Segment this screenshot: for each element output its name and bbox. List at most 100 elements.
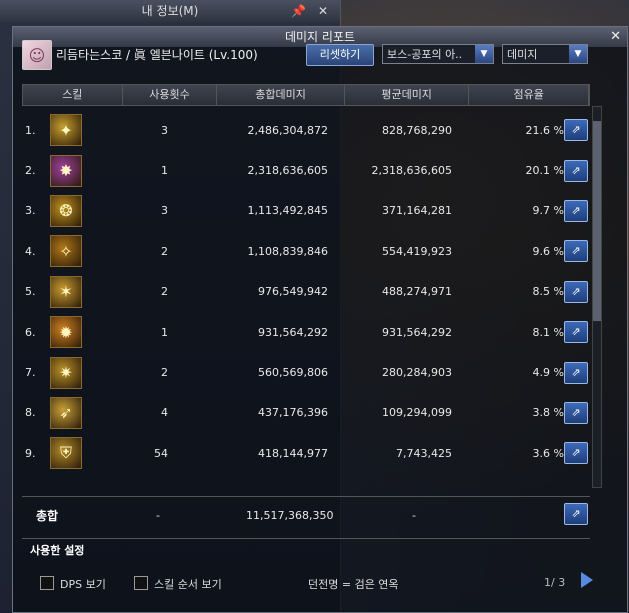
row-total-damage: 1,108,839,846: [247, 244, 328, 258]
table-row: 7. ✷ 2 560,569,806 280,284,903 4.9 % ⇗: [22, 352, 590, 392]
settings-label: 사용한 설정: [30, 544, 85, 557]
col-total-damage: 총합데미지: [217, 85, 345, 105]
row-rank: 9.: [25, 446, 36, 460]
dungeon-label: 던전명 = 검은 연옥: [308, 578, 399, 591]
row-avg-damage: 931,564,292: [382, 325, 452, 339]
table-row: 8. ➶ 4 437,176,396 109,294,099 3.8 % ⇗: [22, 393, 590, 433]
share-button[interactable]: ⇗: [564, 401, 588, 424]
row-count: 1: [161, 164, 168, 178]
pin-icon[interactable]: 📌: [291, 0, 306, 22]
skill-icon: ✶: [50, 275, 82, 308]
row-count: 4: [161, 406, 168, 420]
row-share: 9.6 %: [532, 244, 564, 258]
skill-icon: ✷: [50, 356, 82, 389]
col-share: 점유율: [469, 85, 589, 105]
row-rank: 7.: [25, 366, 36, 380]
chevron-down-icon[interactable]: ▼: [569, 45, 587, 63]
row-avg-damage: 109,294,099: [382, 406, 452, 420]
row-avg-damage: 371,164,281: [382, 204, 452, 218]
share-button[interactable]: ⇗: [564, 119, 588, 142]
total-row: 총합 - 11,517,368,350 - ⇗: [22, 496, 590, 531]
row-count: 3: [161, 204, 168, 218]
share-button[interactable]: ⇗: [564, 280, 588, 303]
table-row: 6. ✹ 1 931,564,292 931,564,292 8.1 % ⇗: [22, 312, 590, 352]
target-dropdown-value: 보스-공포의 아..: [387, 48, 463, 61]
row-total-damage: 976,549,942: [258, 285, 328, 299]
row-total-damage: 2,486,304,872: [247, 123, 328, 137]
row-share: 3.8 %: [532, 406, 564, 420]
target-dropdown[interactable]: 보스-공포의 아.. ▼: [382, 44, 494, 64]
table-scrollbar[interactable]: [592, 106, 602, 488]
report-close-icon[interactable]: ✕: [610, 27, 621, 47]
total-share-button[interactable]: ⇗: [564, 503, 588, 525]
row-count: 1: [161, 325, 168, 339]
next-page-arrow-icon[interactable]: [581, 572, 593, 588]
scrollbar-thumb[interactable]: [593, 121, 601, 321]
row-total-damage: 1,113,492,845: [247, 204, 328, 218]
row-rank: 6.: [25, 325, 36, 339]
share-button[interactable]: ⇗: [564, 159, 588, 182]
row-share: 9.7 %: [532, 204, 564, 218]
row-total-damage: 437,176,396: [258, 406, 328, 420]
row-avg-damage: 554,419,923: [382, 244, 452, 258]
row-avg-damage: 488,274,971: [382, 285, 452, 299]
row-share: 8.1 %: [532, 325, 564, 339]
total-count: -: [156, 509, 160, 522]
my-info-title: 내 정보(M): [141, 4, 199, 18]
table-row: 4. ✧ 2 1,108,839,846 554,419,923 9.6 % ⇗: [22, 231, 590, 271]
row-avg-damage: 280,284,903: [382, 366, 452, 380]
total-label: 총합: [36, 509, 59, 523]
share-button[interactable]: ⇗: [564, 240, 588, 263]
bottom-bar: DPS 보기 스킬 순서 보기 던전명 = 검은 연옥 1/ 3: [12, 572, 626, 594]
skill-icon: ✧: [50, 235, 82, 268]
character-name: 리듬타는스코 / 眞 엘븐나이트 (Lv.100): [56, 48, 258, 62]
row-rank: 3.: [25, 204, 36, 218]
row-share: 4.9 %: [532, 366, 564, 380]
row-share: 3.6 %: [532, 446, 564, 460]
mode-dropdown-value: 데미지: [507, 48, 538, 61]
skill-order-checkbox-label: 스킬 순서 보기: [154, 578, 222, 591]
skill-icon: ⛨: [50, 437, 82, 470]
mode-dropdown[interactable]: 데미지 ▼: [502, 44, 588, 64]
dps-checkbox[interactable]: [40, 576, 54, 590]
page-indicator: 1/ 3: [544, 576, 566, 589]
row-rank: 4.: [25, 244, 36, 258]
dps-checkbox-label: DPS 보기: [60, 578, 106, 591]
row-count: 2: [161, 285, 168, 299]
skill-order-checkbox[interactable]: [134, 576, 148, 590]
close-icon[interactable]: ✕: [318, 0, 328, 22]
skill-icon: ✦: [50, 114, 82, 147]
skill-icon: ✸: [50, 154, 82, 187]
row-total-damage: 931,564,292: [258, 325, 328, 339]
my-info-titlebar: 내 정보(M) 📌 ✕: [0, 0, 340, 22]
row-avg-damage: 7,743,425: [396, 446, 452, 460]
table-row: 3. ❂ 3 1,113,492,845 371,164,281 9.7 % ⇗: [22, 191, 590, 231]
row-share: 21.6 %: [525, 123, 564, 137]
row-count: 3: [161, 123, 168, 137]
share-button[interactable]: ⇗: [564, 442, 588, 465]
table-row: 5. ✶ 2 976,549,942 488,274,971 8.5 % ⇗: [22, 272, 590, 312]
character-avatar: ☺: [22, 40, 52, 70]
row-share: 20.1 %: [525, 164, 564, 178]
col-count: 사용횟수: [123, 85, 218, 105]
table-row: 1. ✦ 3 2,486,304,872 828,768,290 21.6 % …: [22, 110, 590, 150]
row-total-damage: 2,318,636,605: [247, 164, 328, 178]
table-body: 1. ✦ 3 2,486,304,872 828,768,290 21.6 % …: [22, 110, 590, 474]
share-button[interactable]: ⇗: [564, 321, 588, 344]
table-row: 2. ✸ 1 2,318,636,605 2,318,636,605 20.1 …: [22, 150, 590, 190]
row-avg-damage: 2,318,636,605: [371, 164, 452, 178]
row-total-damage: 560,569,806: [258, 366, 328, 380]
skill-icon: ➶: [50, 396, 82, 429]
share-button[interactable]: ⇗: [564, 199, 588, 222]
divider: [22, 538, 590, 539]
row-rank: 5.: [25, 285, 36, 299]
table-row: 9. ⛨ 54 418,144,977 7,743,425 3.6 % ⇗: [22, 433, 590, 473]
row-count: 2: [161, 244, 168, 258]
damage-table: 스킬 사용횟수 총합데미지 평균데미지 점유율 1. ✦ 3 2,486,304…: [22, 84, 590, 470]
share-button[interactable]: ⇗: [564, 361, 588, 384]
reset-button[interactable]: 리셋하기: [306, 44, 374, 66]
table-header: 스킬 사용횟수 총합데미지 평균데미지 점유율: [22, 84, 590, 106]
row-count: 2: [161, 366, 168, 380]
chevron-down-icon[interactable]: ▼: [475, 45, 493, 63]
row-total-damage: 418,144,977: [258, 446, 328, 460]
